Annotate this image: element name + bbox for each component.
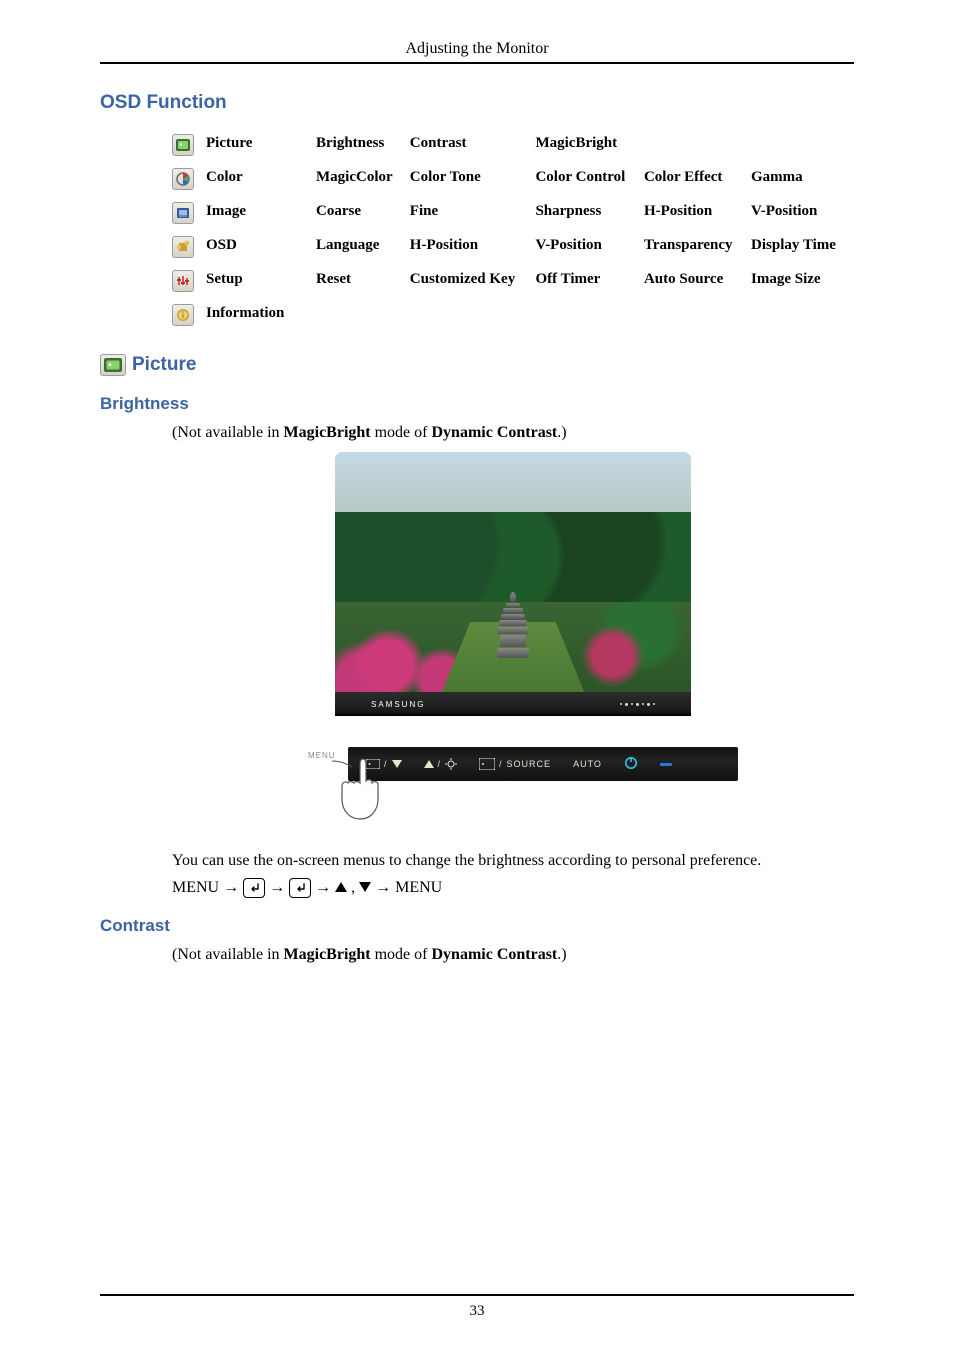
bezel-source-label: SOURCE bbox=[507, 759, 552, 769]
osd-color-c1: MagicColor bbox=[316, 162, 410, 196]
osd-label-setup: Setup bbox=[206, 264, 316, 298]
osd-osd-c5: Display Time bbox=[751, 230, 854, 264]
sample-image: SAMSUNG bbox=[335, 452, 691, 716]
bezel-brightness-group: / bbox=[424, 758, 458, 770]
picture-icon bbox=[172, 134, 194, 156]
monitor-indicator-dots bbox=[620, 703, 655, 706]
setup-icon bbox=[172, 270, 194, 292]
brightness-menu-path: MENU → → → , → MENU bbox=[172, 878, 854, 898]
note-prefix: (Not available in bbox=[172, 424, 284, 441]
osd-setup-c1: Reset bbox=[316, 264, 410, 298]
osd-label-color: Color bbox=[206, 162, 316, 196]
osd-color-c3: Color Control bbox=[535, 162, 643, 196]
samsung-brand-label: SAMSUNG bbox=[371, 700, 425, 709]
osd-row-information: Information bbox=[172, 298, 854, 332]
footer-divider bbox=[100, 1294, 854, 1296]
hand-pointer-icon bbox=[328, 757, 388, 821]
bezel-enter-source-group: /SOURCE bbox=[479, 758, 551, 770]
osd-image-c1: Coarse bbox=[316, 196, 410, 230]
arrow-icon: → bbox=[375, 879, 391, 897]
osd-row-image: Image Coarse Fine Sharpness H-Position V… bbox=[172, 196, 854, 230]
osd-image-c3: Sharpness bbox=[535, 196, 643, 230]
osd-osd-c4: Transparency bbox=[644, 230, 751, 264]
heading-osd-function: OSD Function bbox=[100, 92, 854, 114]
osd-picture-c5 bbox=[751, 128, 854, 162]
note-dynamic: Dynamic Contrast bbox=[431, 424, 557, 441]
arrow-icon: → bbox=[315, 879, 331, 897]
up-triangle-icon bbox=[335, 879, 347, 897]
heading-brightness: Brightness bbox=[100, 394, 854, 414]
osd-image-c2: Fine bbox=[410, 196, 536, 230]
bezel-auto-label: AUTO bbox=[573, 759, 602, 769]
osd-function-table: Picture Brightness Contrast MagicBright bbox=[172, 128, 854, 332]
osd-color-c2: Color Tone bbox=[410, 162, 536, 196]
osd-picture-c1: Brightness bbox=[316, 128, 410, 162]
arrow-icon: → bbox=[269, 879, 285, 897]
menu-word-1: MENU bbox=[172, 879, 219, 897]
osd-row-picture: Picture Brightness Contrast MagicBright bbox=[172, 128, 854, 162]
osd-label-image: Image bbox=[206, 196, 316, 230]
osd-picture-c2: Contrast bbox=[410, 128, 536, 162]
brightness-description: You can use the on-screen menus to chang… bbox=[172, 852, 854, 870]
osd-label-information: Information bbox=[206, 298, 854, 332]
menu-word-2: MENU bbox=[395, 879, 442, 897]
power-led bbox=[660, 763, 672, 766]
page-header-title: Adjusting the Monitor bbox=[100, 40, 854, 64]
comma: , bbox=[351, 879, 355, 897]
osd-setup-c4: Auto Source bbox=[644, 264, 751, 298]
monitor-bezel-illustration: MENU / / /SOURCE AUTO bbox=[288, 747, 738, 821]
osd-setup-c5: Image Size bbox=[751, 264, 854, 298]
contrast-note: (Not available in MagicBright mode of Dy… bbox=[172, 946, 854, 964]
osd-label-picture: Picture bbox=[206, 128, 316, 162]
note-suffix: .) bbox=[557, 946, 566, 963]
enter-key-icon bbox=[289, 878, 311, 898]
osd-osd-c1: Language bbox=[316, 230, 410, 264]
note-dynamic: Dynamic Contrast bbox=[431, 946, 557, 963]
information-icon bbox=[172, 304, 194, 326]
osd-setup-c2: Customized Key bbox=[410, 264, 536, 298]
note-magicbright: MagicBright bbox=[284, 946, 371, 963]
note-prefix: (Not available in bbox=[172, 946, 284, 963]
osd-label-osd: OSD bbox=[206, 230, 316, 264]
heading-picture: Picture bbox=[132, 354, 196, 376]
osd-setup-c3: Off Timer bbox=[535, 264, 643, 298]
osd-color-c5: Gamma bbox=[751, 162, 854, 196]
osd-image-c5: V-Position bbox=[751, 196, 854, 230]
down-triangle-icon bbox=[359, 879, 371, 897]
osd-picture-c3: MagicBright bbox=[535, 128, 643, 162]
osd-row-setup: Setup Reset Customized Key Off Timer Aut… bbox=[172, 264, 854, 298]
page-number: 33 bbox=[0, 1303, 954, 1320]
osd-row-color: Color MagicColor Color Tone Color Contro… bbox=[172, 162, 854, 196]
osd-picture-c4 bbox=[644, 128, 751, 162]
brightness-note: (Not available in MagicBright mode of Dy… bbox=[172, 424, 854, 442]
enter-key-icon bbox=[243, 878, 265, 898]
arrow-icon: → bbox=[223, 879, 239, 897]
note-mode-of: mode of bbox=[371, 946, 432, 963]
color-icon bbox=[172, 168, 194, 190]
osd-osd-c2: H-Position bbox=[410, 230, 536, 264]
image-icon bbox=[172, 202, 194, 224]
picture-heading-icon bbox=[100, 354, 126, 376]
osd-row-osd: OSD Language H-Position V-Position Trans… bbox=[172, 230, 854, 264]
osd-osd-c3: V-Position bbox=[535, 230, 643, 264]
note-mode-of: mode of bbox=[371, 424, 432, 441]
osd-icon bbox=[172, 236, 194, 258]
osd-color-c4: Color Effect bbox=[644, 162, 751, 196]
note-magicbright: MagicBright bbox=[284, 424, 371, 441]
power-icon bbox=[624, 756, 638, 772]
heading-contrast: Contrast bbox=[100, 916, 854, 936]
note-suffix: .) bbox=[557, 424, 566, 441]
osd-image-c4: H-Position bbox=[644, 196, 751, 230]
